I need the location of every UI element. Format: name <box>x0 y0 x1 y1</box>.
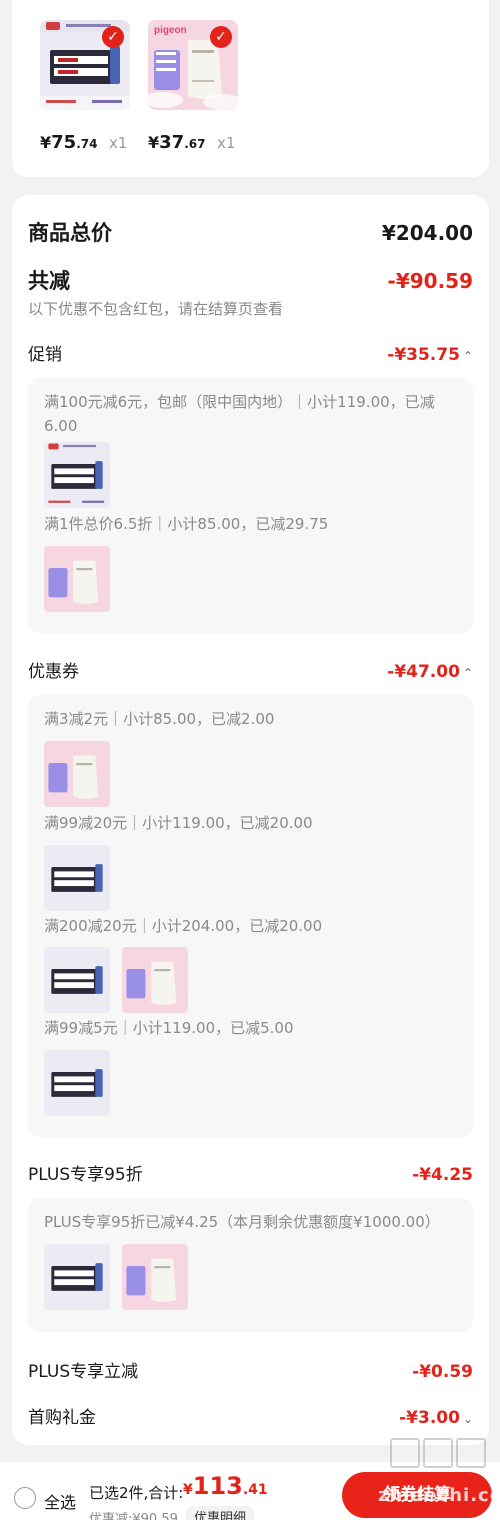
select-all-label[interactable]: 全选 <box>44 1489 76 1513</box>
selected-items-card: ✓ pigeon ✓ ¥75.74 x1 ¥37.67 x1 <box>12 0 489 177</box>
chevron-up-icon[interactable]: ⌃ <box>463 666 473 680</box>
total-value: ¥204.00 <box>381 221 473 245</box>
product-thumb-milk <box>44 442 110 508</box>
watermark-text: zhidechi.com <box>378 1485 500 1506</box>
product-thumb-milk <box>44 1244 110 1310</box>
discount-value: -¥90.59 <box>387 269 473 293</box>
product-thumb-milk <box>44 845 110 911</box>
plus-instant-row: PLUS专享立减 -¥0.59 <box>28 1357 473 1382</box>
selected-check-icon[interactable]: ✓ <box>210 26 232 48</box>
discount-row: 共减 -¥90.59 <box>28 265 473 295</box>
product-thumb-cream <box>44 546 110 612</box>
plus-header: PLUS专享95折 -¥4.25 <box>28 1160 473 1185</box>
promo-title: 促销 <box>28 345 62 365</box>
total-label: 商品总价 <box>28 221 112 245</box>
coupon-title: 优惠券 <box>28 662 79 682</box>
total-row: 商品总价 ¥204.00 <box>28 217 473 247</box>
plus-line: PLUS专享95折已减¥4.25（本月剩余优惠额度¥1000.00） <box>44 1213 440 1231</box>
coupon-header[interactable]: 优惠券 -¥47.00 ⌃ <box>28 657 473 682</box>
product-thumb-cream <box>122 1244 188 1310</box>
product-thumb-cream[interactable]: pigeon ✓ <box>148 20 238 110</box>
coupon-line: 满99减20元｜小计119.00，已减20.00 <box>44 814 313 832</box>
plus-instant-title: PLUS专享立减 <box>28 1362 139 1382</box>
coupon-line: 满3减2元｜小计85.00，已减2.00 <box>44 710 275 728</box>
chevron-up-icon[interactable]: ⌃ <box>463 349 473 363</box>
saved-amount: 优惠减:¥90.59 <box>89 1512 178 1520</box>
product-thumb-milk <box>44 947 110 1013</box>
watermark-logo <box>390 1438 490 1468</box>
item-price: ¥37.67 <box>148 132 206 153</box>
product-thumb-milk <box>44 1050 110 1116</box>
promo-line: 满1件总价6.5折｜小计85.00，已减29.75 <box>44 515 329 533</box>
coupon-line: 满99减5元｜小计119.00，已减5.00 <box>44 1019 294 1037</box>
promo-line: 满100元减6元，包邮（限中国内地）｜小计119.00，已减6.00 <box>44 393 435 435</box>
selected-check-icon[interactable]: ✓ <box>102 26 124 48</box>
discount-label: 共减 <box>28 269 70 293</box>
coupon-panel: 满3减2元｜小计85.00，已减2.00 满99减20元｜小计119.00，已减… <box>28 695 473 1137</box>
discount-note: 以下优惠不包含红包，请在结算页查看 <box>28 300 284 318</box>
product-thumb-milk[interactable]: ✓ <box>40 20 130 110</box>
item-qty: x1 <box>109 134 128 152</box>
selected-summary: 已选2件,合计: <box>89 1484 184 1502</box>
grand-total: ¥113.41 <box>183 1472 268 1500</box>
coupon-value: -¥47.00 ⌃ <box>387 662 473 682</box>
plus-title: PLUS专享95折 <box>28 1165 143 1185</box>
product-thumb-cream <box>44 741 110 807</box>
coupon-line: 满200减20元｜小计204.00，已减20.00 <box>44 917 323 935</box>
item-price: ¥75.74 <box>40 132 98 153</box>
discount-detail-button[interactable]: 优惠明细 <box>186 1506 255 1520</box>
chevron-down-icon[interactable]: ⌄ <box>463 1412 473 1426</box>
promo-panel: 满100元减6元，包邮（限中国内地）｜小计119.00，已减6.00 满1件总价… <box>28 378 473 633</box>
svg-text:pigeon: pigeon <box>154 25 187 36</box>
select-all-radio[interactable] <box>14 1487 36 1509</box>
product-thumb-cream <box>122 947 188 1013</box>
promo-value: -¥35.75 ⌃ <box>387 345 473 365</box>
plus-value: -¥4.25 <box>412 1165 473 1185</box>
promo-header[interactable]: 促销 -¥35.75 ⌃ <box>28 340 473 365</box>
plus-panel: PLUS专享95折已减¥4.25（本月剩余优惠额度¥1000.00） <box>28 1198 473 1332</box>
first-gift-row[interactable]: 首购礼金 -¥3.00 ⌄ <box>28 1403 473 1428</box>
discount-detail-card: 商品总价 ¥204.00 共减 -¥90.59 以下优惠不包含红包，请在结算页查… <box>12 195 489 1445</box>
first-gift-value: -¥3.00 ⌄ <box>399 1408 473 1428</box>
item-qty: x1 <box>217 134 236 152</box>
first-gift-title: 首购礼金 <box>28 1408 96 1428</box>
plus-instant-value: -¥0.59 <box>412 1362 473 1382</box>
